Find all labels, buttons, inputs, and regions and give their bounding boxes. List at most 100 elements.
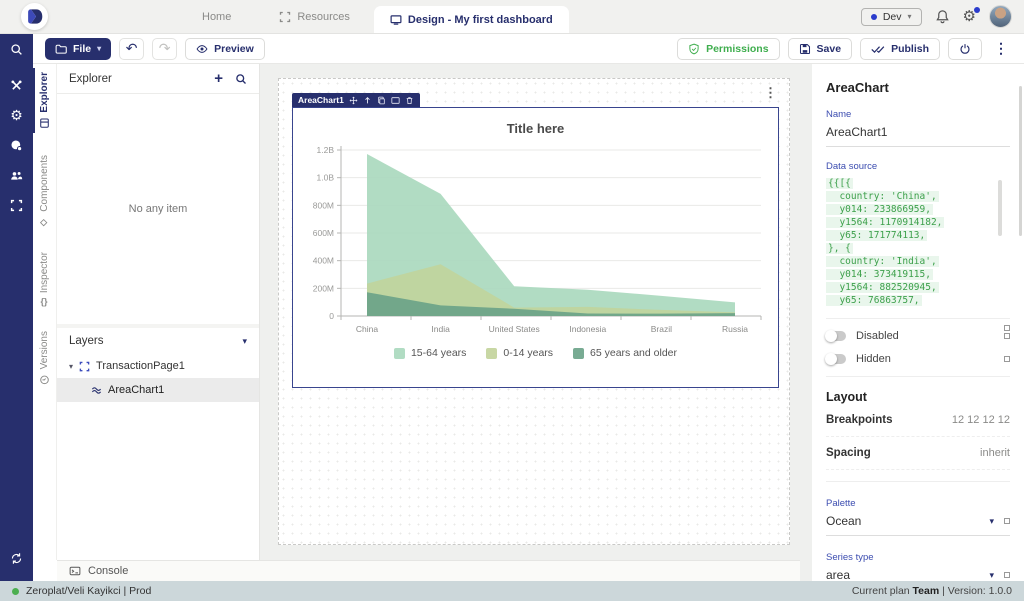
env-status-dot <box>871 14 877 20</box>
breakpoints-row[interactable]: Breakpoints 12 12 12 12 <box>826 404 1010 437</box>
layers-header[interactable]: Layers ▾ <box>57 324 259 354</box>
disabled-toggle[interactable] <box>826 331 846 341</box>
double-check-icon <box>871 43 885 55</box>
datasource-binding-toggle[interactable] <box>1004 325 1010 331</box>
tab-inspector-label: Inspector <box>39 252 50 293</box>
file-menu-button[interactable]: File ▾ <box>45 38 111 60</box>
move-icon[interactable] <box>349 96 358 105</box>
search-icon <box>10 43 23 56</box>
environment-dropdown[interactable]: Dev ▾ <box>861 8 922 26</box>
disabled-binding-toggle[interactable] <box>1004 333 1010 339</box>
publish-button[interactable]: Publish <box>860 38 940 60</box>
layer-node-page[interactable]: ▾ TransactionPage1 <box>57 354 259 378</box>
tab-components[interactable]: ◇ Components <box>33 149 57 233</box>
preview-button[interactable]: Preview <box>185 38 265 60</box>
series-type-select[interactable]: area ▾ <box>826 563 1010 581</box>
chevron-down-icon: ▾ <box>69 362 73 371</box>
palette-value: Ocean <box>826 514 861 528</box>
online-status-dot <box>12 588 19 595</box>
plan-name: Team <box>913 585 940 597</box>
design-canvas[interactable]: ⋮ AreaChart1 Title here 0200M400M600M800… <box>260 64 800 560</box>
save-button[interactable]: Save <box>788 38 853 60</box>
console-bar[interactable]: Console <box>57 560 800 581</box>
disabled-toggle-row: Disabled <box>826 330 1010 342</box>
fullscreen-icon[interactable] <box>391 96 400 105</box>
sync-icon <box>10 552 23 565</box>
tab-design[interactable]: Design - My first dashboard <box>374 6 569 33</box>
user-avatar[interactable] <box>989 5 1012 28</box>
name-field-value[interactable]: AreaChart1 <box>826 120 1010 147</box>
datasource-field-label: Data source <box>826 161 1010 172</box>
legend-item[interactable]: 15-64 years <box>394 347 466 359</box>
chart-legend: 15-64 years 0-14 years 65 years and older <box>293 347 778 359</box>
tools-nav-button[interactable] <box>0 70 33 100</box>
undo-icon: ↶ <box>126 40 138 57</box>
hidden-binding-toggle[interactable] <box>1004 356 1010 362</box>
settings-nav-button[interactable]: ⚙ <box>0 100 33 130</box>
notifications-button[interactable] <box>935 9 950 24</box>
page-surface[interactable]: ⋮ AreaChart1 Title here 0200M400M600M800… <box>278 78 790 545</box>
palette-binding-toggle[interactable] <box>1004 518 1010 524</box>
add-item-button[interactable]: + <box>214 70 223 87</box>
chevron-down-icon: ▾ <box>97 44 101 53</box>
chart-title: Title here <box>293 121 778 136</box>
spacing-row[interactable]: Spacing inherit <box>826 437 1010 470</box>
code-scrollbar[interactable] <box>998 180 1002 236</box>
trash-icon[interactable] <box>405 96 414 105</box>
svg-text:600M: 600M <box>312 228 333 238</box>
plan-version-text: Current plan Team | Version: 1.0.0 <box>852 585 1012 597</box>
series-type-value: area <box>826 568 850 581</box>
area-chart-widget[interactable]: Title here 0200M400M600M800M1.0B1.2BChin… <box>292 107 779 388</box>
console-label: Console <box>88 565 128 577</box>
page-more-button[interactable]: ⋮ <box>764 85 777 101</box>
resources-icon <box>279 11 291 23</box>
layout-section-title: Layout <box>826 390 1010 404</box>
logo-icon <box>26 8 43 25</box>
series-type-binding-toggle[interactable] <box>1004 572 1010 578</box>
legend-item[interactable]: 65 years and older <box>573 347 677 359</box>
file-menu-label: File <box>73 43 91 55</box>
hidden-toggle[interactable] <box>826 354 846 364</box>
widget-header[interactable]: AreaChart1 <box>292 93 420 107</box>
app-logo[interactable] <box>21 3 48 30</box>
series-type-label: Series type <box>826 552 1010 563</box>
explorer-search-button[interactable] <box>235 73 247 85</box>
legend-label: 0-14 years <box>503 347 553 359</box>
redo-button[interactable]: ↷ <box>152 38 177 60</box>
sync-button[interactable] <box>0 543 33 573</box>
move-up-icon[interactable] <box>363 96 372 105</box>
tab-resources[interactable]: Resources <box>255 0 374 33</box>
page-icon <box>79 361 90 372</box>
tab-home[interactable]: Home <box>178 0 255 33</box>
explorer-title: Explorer <box>69 73 112 85</box>
tab-inspector[interactable]: {} Inspector <box>33 246 57 311</box>
settings-button[interactable]: ⚙ <box>963 9 976 24</box>
component-type-title: AreaChart <box>826 80 1010 95</box>
bell-icon <box>935 9 950 24</box>
svg-text:China: China <box>355 324 377 334</box>
users-nav-button[interactable] <box>0 160 33 190</box>
themes-nav-button[interactable] <box>0 130 33 160</box>
svg-text:Indonesia: Indonesia <box>569 324 606 334</box>
apps-nav-button[interactable] <box>0 190 33 220</box>
tab-versions[interactable]: Versions <box>33 325 57 391</box>
legend-item[interactable]: 0-14 years <box>486 347 553 359</box>
panel-scrollbar[interactable] <box>1019 86 1022 236</box>
power-button[interactable] <box>948 38 982 60</box>
toolbar-more-button[interactable]: ⋮ <box>990 40 1012 57</box>
duplicate-icon[interactable] <box>377 96 386 105</box>
plan-prefix: Current plan <box>852 585 910 597</box>
layer-node-areachart[interactable]: AreaChart1 <box>57 378 259 402</box>
braces-icon: {} <box>41 297 48 307</box>
users-icon <box>10 169 23 182</box>
palette-select[interactable]: Ocean ▾ <box>826 509 1010 536</box>
tab-resources-label: Resources <box>297 11 350 23</box>
permissions-button[interactable]: Permissions <box>677 38 779 60</box>
save-icon <box>799 43 811 55</box>
tab-home-label: Home <box>202 11 231 23</box>
tab-explorer[interactable]: Explorer <box>33 66 57 135</box>
chevron-down-icon: ▾ <box>989 516 994 527</box>
undo-button[interactable]: ↶ <box>119 38 144 60</box>
global-search-button[interactable] <box>0 34 33 64</box>
datasource-editor[interactable]: {{[{ country: 'China', y014: 233866959, … <box>826 177 1010 307</box>
